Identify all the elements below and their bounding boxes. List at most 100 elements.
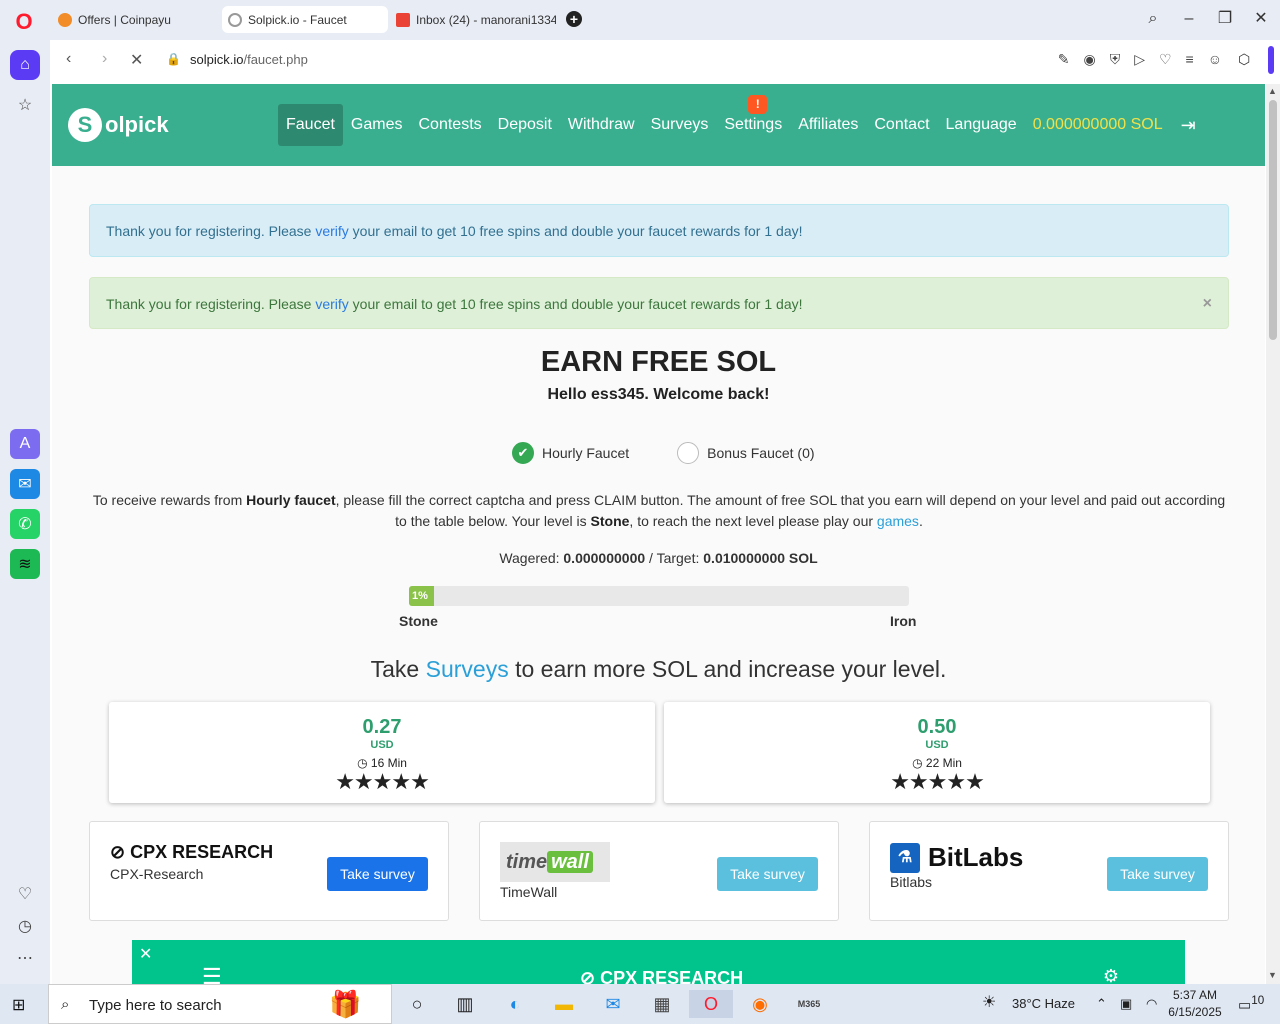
notifications-icon[interactable]: ▭10 <box>1238 994 1264 1014</box>
games-link[interactable]: games <box>877 513 919 529</box>
verify-link[interactable]: verify <box>315 223 348 239</box>
nav-games[interactable]: Games <box>343 104 411 146</box>
bookmarks-star-icon[interactable]: ☆ <box>10 90 40 120</box>
tab-title: Solpick.io - Faucet <box>248 12 347 27</box>
nav-faucet[interactable]: Faucet <box>278 104 343 146</box>
heart-icon[interactable]: ♡ <box>1159 51 1172 68</box>
extensions-cube-icon[interactable]: ⬡ <box>1238 51 1250 68</box>
meet-now-icon[interactable]: ▣ <box>1120 996 1132 1012</box>
ad-brand-label: CPX RESEARCH <box>600 968 744 984</box>
stop-loading-icon[interactable]: ✕ <box>130 50 143 70</box>
search-icon: ⌕ <box>61 996 70 1013</box>
mail-icon[interactable]: ✉ <box>598 990 628 1018</box>
browser-tab-bar: O Offers | Coinpayu Solpick.io - Faucet … <box>0 0 1280 40</box>
adblock-shield-icon[interactable]: ⛨ <box>1110 51 1121 68</box>
more-dots-icon[interactable]: ⋯ <box>10 943 40 973</box>
survey-offer-card[interactable]: 0.50 USD ◷ 22 Min ★★★★★ <box>664 702 1210 803</box>
level-next: Iron <box>890 613 917 629</box>
restore-button[interactable]: ❐ <box>1213 8 1237 30</box>
firefox-icon[interactable]: ◉ <box>745 990 775 1018</box>
close-icon[interactable]: ✕ <box>139 944 152 964</box>
star-rating-icon: ★★★★★ <box>335 769 430 794</box>
scroll-down-icon[interactable]: ▼ <box>1268 970 1277 980</box>
weather-text[interactable]: 38°C Haze <box>1012 996 1075 1011</box>
nav-language[interactable]: Language <box>938 104 1025 146</box>
taskbar-search[interactable]: ⌕ Type here to search 🎁 <box>48 984 392 1024</box>
url-field[interactable]: solpick.io/faucet.php <box>190 52 308 67</box>
tab-gmail[interactable]: Inbox (24) - manorani1334 <box>390 6 556 33</box>
balance-display[interactable]: 0.000000000 SOL <box>1025 104 1171 146</box>
take-survey-button[interactable]: Take survey <box>717 857 818 891</box>
alert-text: your email to get 10 free spins and doub… <box>348 223 803 239</box>
wifi-icon[interactable]: ◠ <box>1146 996 1157 1012</box>
profile-icon[interactable]: ☺ <box>1208 51 1222 68</box>
take-survey-button[interactable]: Take survey <box>327 857 428 891</box>
new-tab-button[interactable]: + <box>566 11 582 27</box>
task-view-icon[interactable]: ▥ <box>450 990 480 1018</box>
menu-lines-icon[interactable]: ≡ <box>1186 51 1194 68</box>
tray-chevron-icon[interactable]: ⌃ <box>1096 996 1107 1012</box>
take-survey-button[interactable]: Take survey <box>1107 857 1208 891</box>
search-tabs-icon[interactable]: ⌕ <box>1141 8 1165 30</box>
logo-label: CPX RESEARCH <box>130 842 274 862</box>
provider-bitlabs: ⚗ BitLabs Bitlabs Take survey <box>869 821 1229 921</box>
home-icon[interactable]: ⌂ <box>10 50 40 80</box>
nav-surveys[interactable]: Surveys <box>643 104 717 146</box>
store-icon[interactable]: ▦ <box>647 990 677 1018</box>
filter-sliders-icon[interactable]: ⚙ <box>1103 966 1119 984</box>
nav-contests[interactable]: Contests <box>411 104 490 146</box>
nav-affiliates[interactable]: Affiliates <box>790 104 866 146</box>
page-scrollbar[interactable]: ▲ ▼ <box>1266 84 1280 984</box>
alert-close-button[interactable]: × <box>1203 278 1212 330</box>
scroll-up-icon[interactable]: ▲ <box>1268 86 1277 96</box>
cpx-logo-icon: ⊘ <box>110 842 126 862</box>
heading-text: to earn more SOL and increase your level… <box>508 656 947 682</box>
page-viewport: S olpick Faucet Games Contests Deposit W… <box>52 84 1265 984</box>
opera-taskbar-icon[interactable]: O <box>689 990 733 1018</box>
heart-icon[interactable]: ♡ <box>10 879 40 909</box>
messenger-icon[interactable]: ✉ <box>10 469 40 499</box>
tab-coinpayu[interactable]: Offers | Coinpayu <box>52 6 218 33</box>
history-clock-icon[interactable]: ◷ <box>10 911 40 941</box>
play-icon[interactable]: ▷ <box>1134 51 1145 68</box>
cortana-icon[interactable]: ○ <box>402 990 432 1018</box>
radio-hourly-faucet[interactable]: ✔ Hourly Faucet <box>512 442 629 464</box>
star-rating-icon: ★★★★★ <box>890 769 985 794</box>
verify-alert-success: Thank you for registering. Please verify… <box>89 277 1229 329</box>
m365-icon[interactable]: M365 <box>794 990 824 1018</box>
radio-label: Hourly Faucet <box>542 445 630 461</box>
survey-offer-card[interactable]: 0.27 USD ◷ 16 Min ★★★★★ <box>109 702 655 803</box>
solpick-logo[interactable]: S olpick <box>68 108 169 142</box>
cpx-ad-banner[interactable]: ✕ ☰ ⊘ CPX RESEARCH ⚙ <box>132 940 1185 984</box>
file-explorer-icon[interactable]: ▬ <box>549 990 579 1018</box>
tab-solpick[interactable]: Solpick.io - Faucet <box>222 6 388 33</box>
edit-icon[interactable]: ✎ <box>1058 51 1070 68</box>
windows-start-icon[interactable]: ⊞ <box>12 995 25 1015</box>
spotify-icon[interactable]: ≋ <box>10 549 40 579</box>
system-clock[interactable]: 5:37 AM 6/15/2025 <box>1160 987 1230 1021</box>
opera-logo-icon[interactable]: O <box>14 11 34 33</box>
nav-deposit[interactable]: Deposit <box>490 104 560 146</box>
windows-taskbar: ⊞ ⌕ Type here to search 🎁 ○ ▥ ◐ ▬ ✉ ▦ O … <box>0 984 1280 1024</box>
back-icon[interactable]: ‹ <box>66 50 71 68</box>
lock-icon[interactable]: 🔒 <box>166 52 181 66</box>
radio-bonus-faucet[interactable]: Bonus Faucet (0) <box>677 442 815 464</box>
whatsapp-icon[interactable]: ✆ <box>10 509 40 539</box>
forward-icon[interactable]: › <box>102 50 107 68</box>
nav-settings[interactable]: Settings ! <box>716 95 790 146</box>
aria-app-icon[interactable]: A <box>10 429 40 459</box>
hamburger-menu-icon[interactable]: ☰ <box>202 964 222 984</box>
minimize-button[interactable]: – <box>1177 8 1201 30</box>
alert-text: Thank you for registering. Please <box>106 296 316 312</box>
edge-icon[interactable]: ◐ <box>500 990 530 1018</box>
verify-link[interactable]: verify <box>315 296 348 312</box>
logo-text: olpick <box>105 112 169 137</box>
camera-icon[interactable]: ◉ <box>1083 51 1095 68</box>
nav-withdraw[interactable]: Withdraw <box>560 104 643 146</box>
nav-contact[interactable]: Contact <box>866 104 937 146</box>
scroll-thumb[interactable] <box>1269 100 1277 340</box>
close-window-button[interactable]: ✕ <box>1249 8 1273 30</box>
radio-label: Bonus Faucet (0) <box>707 445 815 461</box>
logout-icon[interactable]: ⇥ <box>1171 115 1196 136</box>
surveys-link[interactable]: Surveys <box>426 656 509 682</box>
